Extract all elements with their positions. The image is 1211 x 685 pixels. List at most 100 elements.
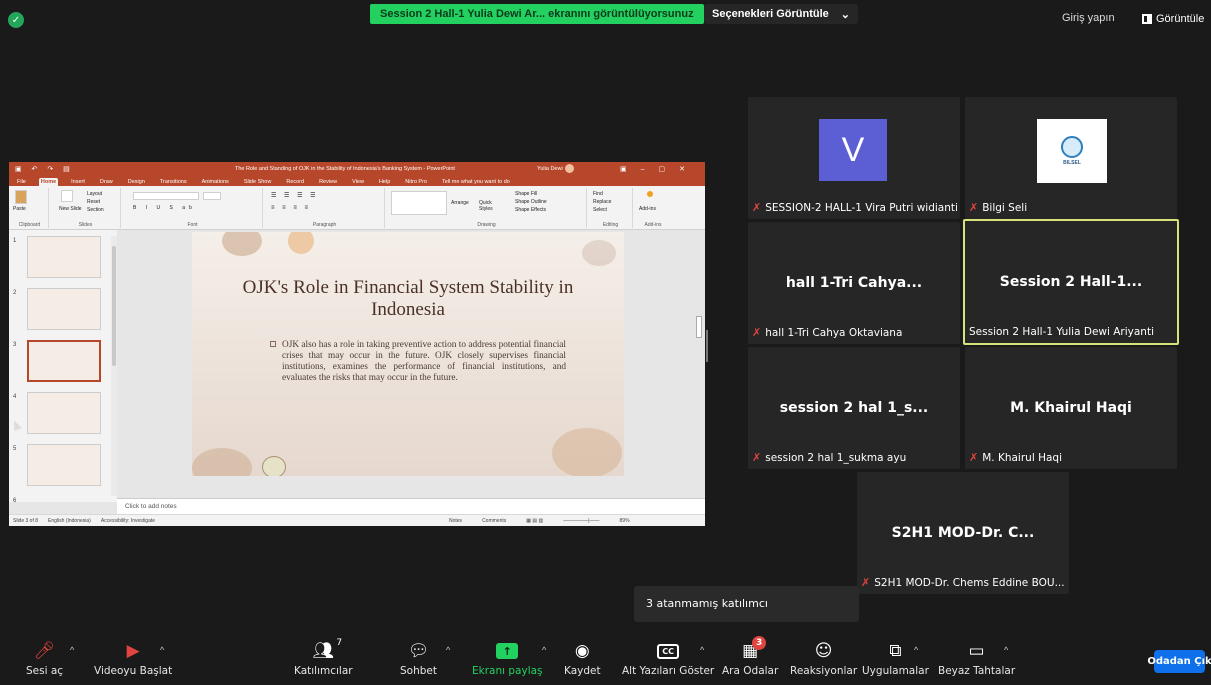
security-shield-icon[interactable]: ✓: [8, 12, 24, 28]
view-options-button[interactable]: Seçenekleri Görüntüle ⌄: [704, 4, 858, 24]
participant-name: SESSION-2 HALL-1 Vira Putri widianti: [765, 201, 958, 214]
ppt-user-name: Yulia Dewi: [537, 165, 563, 172]
ribbon-group-drawing: Arrange Quick Styles Shape Fill Shape Ou…: [387, 188, 587, 228]
paste-icon: [15, 190, 27, 204]
accessibility: Accessibility: Investigate: [100, 517, 156, 524]
video-tile[interactable]: BILSEL ✗ Bilgi Seli: [965, 97, 1177, 219]
video-tile[interactable]: session 2 hal 1_s... ✗ session 2 hal 1_s…: [748, 347, 960, 469]
bullet-icon: [270, 341, 276, 347]
flower-decoration: [582, 240, 616, 266]
menu-insert: Insert: [71, 179, 85, 185]
thumb-number: 5: [13, 446, 17, 452]
slide-thumbnail: 1: [11, 236, 115, 282]
ribbon-group-paragraph: ☰ ☰ ☰ ☰ ≡ ≡ ≡ ≡ Paragraph: [265, 188, 385, 228]
menu-review: Review: [319, 179, 338, 185]
list-buttons: ☰ ☰ ☰ ☰: [271, 193, 319, 199]
view-button[interactable]: Görüntüle: [1136, 9, 1210, 29]
notes-pane: Click to add notes: [117, 498, 705, 514]
video-tile[interactable]: hall 1-Tri Cahya... ✗ hall 1-Tri Cahya O…: [748, 222, 960, 344]
participant-caption: ✗ session 2 hal 1_sukma ayu: [752, 451, 906, 464]
participant-caption: ✗ Bilgi Seli: [969, 201, 1027, 214]
share-splitter-handle[interactable]: [706, 330, 708, 362]
video-tile[interactable]: M. Khairul Haqi ✗ M. Khairul Haqi: [965, 347, 1177, 469]
menu-animations: Animations: [201, 179, 229, 185]
apps-options-caret-icon[interactable]: ^: [914, 645, 918, 655]
bilsel-logo-icon: [1061, 136, 1083, 158]
new-slide-icon: [61, 190, 73, 202]
video-tile-active-speaker[interactable]: Session 2 Hall-1... Session 2 Hall-1 Yul…: [963, 219, 1179, 345]
leave-room-button[interactable]: Odadan Çık: [1147, 650, 1211, 673]
apps-button[interactable]: ⧉ Uygulamalar: [862, 640, 929, 677]
ribbon-group-font: B I U S ab Font: [123, 188, 263, 228]
view-mode-icons: ▦ ▤ ▥: [526, 517, 544, 524]
whiteboard-options-caret-icon[interactable]: ^: [1004, 645, 1008, 655]
new-slide-label: New Slide: [59, 206, 82, 212]
breakout-rooms-icon: ▦ 3: [742, 636, 767, 662]
participant-name: hall 1-Tri Cahya Oktaviana: [765, 326, 903, 339]
start-video-label: Videoyu Başlat: [94, 665, 173, 677]
thumbnail-scrollbar: [111, 236, 117, 496]
participant-caption: ✗ M. Khairul Haqi: [969, 451, 1062, 464]
record-icon: ◉: [574, 641, 590, 661]
chat-options-caret-icon[interactable]: ^: [446, 645, 450, 655]
editing-group-label: Editing: [602, 222, 619, 228]
whiteboard-icon: ▭: [968, 641, 985, 661]
font-group-label: Font: [187, 222, 198, 228]
view-button-label: Görüntüle: [1156, 13, 1205, 25]
addins-icon: [647, 191, 653, 197]
slide-thumbnail-selected: 3: [11, 340, 115, 386]
mic-muted-icon: ✗: [861, 576, 871, 589]
unmute-button[interactable]: 🎤︎ Sesi aç: [26, 640, 63, 677]
reset-label: Reset: [87, 199, 101, 205]
flower-decoration: [552, 428, 622, 476]
video-options-caret-icon[interactable]: ^: [160, 645, 164, 655]
ppt-status-bar: Slide 3 of 8 English (Indonesia) Accessi…: [9, 514, 705, 526]
addins-group-label: Add-ins: [644, 222, 662, 228]
replace-label: Replace: [593, 199, 612, 205]
ribbon-group-editing: Find Replace Select Editing: [589, 188, 633, 228]
slide-thumbnail: 5: [11, 444, 115, 490]
window-controls: ▣–▢✕: [620, 165, 699, 173]
thumb-number: 1: [13, 238, 17, 244]
clipboard-group-label: Clipboard: [18, 222, 41, 228]
thumb-image: [27, 444, 101, 486]
signin-link[interactable]: Giriş yapın: [1062, 12, 1115, 24]
slide-body: OJK also has a role in taking preventive…: [270, 340, 566, 384]
mic-muted-icon: ✗: [752, 451, 762, 464]
zoom-slider: —————|——: [563, 517, 600, 524]
record-button[interactable]: ◉ Kaydet: [564, 640, 601, 677]
breakout-rooms-label: Ara Odalar: [722, 665, 779, 677]
zoom-level: 89%: [619, 517, 630, 524]
share-screen-button[interactable]: ↑ Ekranı paylaş: [472, 640, 543, 677]
participant-name: S2H1 MOD-Dr. Chems Eddine BOU...: [874, 576, 1065, 589]
participants-button[interactable]: 👥︎ 7 Katılımcılar: [294, 638, 353, 677]
mic-muted-icon: 🎤︎: [33, 641, 56, 661]
audio-options-caret-icon[interactable]: ^: [70, 645, 74, 655]
menu-slide-show: Slide Show: [243, 179, 272, 185]
shared-screen-powerpoint: ▣ ↶ ↷ ▤ The Role and Standing of OJK in …: [9, 162, 705, 526]
menu-draw: Draw: [99, 179, 113, 185]
quick-styles-label: Quick Styles: [479, 200, 493, 212]
captions-options-caret-icon[interactable]: ^: [700, 645, 704, 655]
section-label: Section: [87, 207, 104, 213]
align-buttons: ≡ ≡ ≡ ≡: [271, 205, 312, 211]
slide-scrollbar: [695, 232, 703, 476]
shape-fill-label: Shape Fill: [515, 191, 538, 197]
video-tile[interactable]: V ✗ SESSION-2 HALL-1 Vira Putri widianti: [748, 97, 960, 219]
closed-captions-icon: CC: [657, 640, 680, 662]
flower-decoration: [222, 232, 262, 256]
addins-button-label: Add-ins: [639, 206, 656, 212]
chat-button[interactable]: 💬︎ Sohbet: [400, 640, 437, 677]
logo-text: BILSEL: [1063, 160, 1081, 166]
slide-thumbnail: 6: [11, 496, 115, 504]
reactions-button[interactable]: ☺︎ Reaksiyonlar: [790, 640, 857, 677]
breakout-rooms-button[interactable]: ▦ 3 Ara Odalar: [722, 636, 779, 677]
share-options-caret-icon[interactable]: ^: [542, 645, 546, 655]
whiteboards-label: Beyaz Tahtalar: [938, 665, 1016, 677]
participant-logo: BILSEL: [1037, 119, 1107, 183]
quick-access-toolbar: ▣ ↶ ↷ ▤: [15, 165, 74, 173]
video-tile[interactable]: S2H1 MOD-Dr. C... ✗ S2H1 MOD-Dr. Chems E…: [857, 472, 1069, 594]
ppt-window-title: The Role and Standing of OJK in the Stab…: [235, 165, 455, 172]
chat-bubble-icon: 💬︎: [407, 641, 430, 661]
menu-file: File: [17, 179, 26, 185]
